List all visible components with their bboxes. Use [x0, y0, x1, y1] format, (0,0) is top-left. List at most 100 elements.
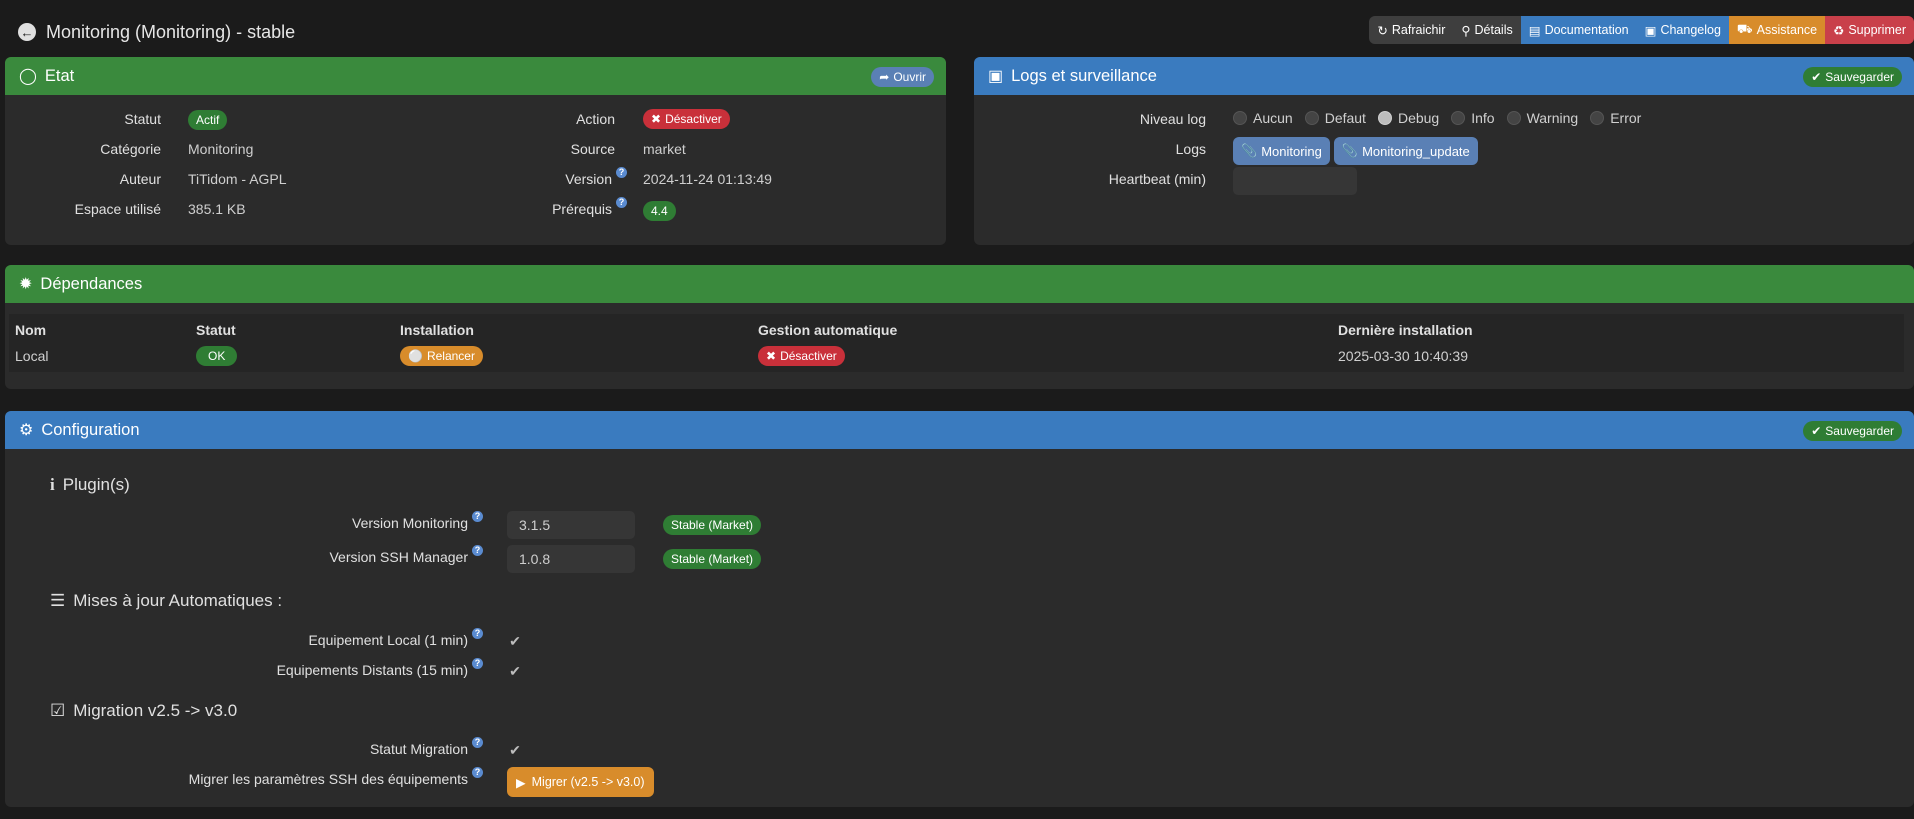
- etat-title: Etat: [44, 66, 75, 85]
- page-header: ← Monitoring (Monitoring) - stable: [18, 18, 295, 46]
- check-circle-icon: ✔: [1811, 424, 1822, 438]
- categorie-value: Monitoring: [188, 141, 254, 157]
- espace-label: Espace utilisé: [74, 201, 161, 217]
- dependances-header: ✹ Dépendances: [5, 265, 1914, 303]
- source-value: market: [643, 141, 686, 157]
- help-icon[interactable]: ?: [472, 545, 483, 556]
- help-icon[interactable]: ?: [472, 737, 483, 748]
- log-level-radios: Aucun Defaut Debug Info Warning Error: [1233, 110, 1653, 126]
- col-installation: Installation: [400, 322, 474, 338]
- delete-button[interactable]: ♻ Supprimer: [1825, 16, 1914, 44]
- local-checkbox[interactable]: ✔: [507, 633, 523, 649]
- dep-desactiver-button[interactable]: ✖ Désactiver: [758, 346, 845, 366]
- prerequis-label: Prérequis?: [405, 197, 627, 217]
- local-label: Equipement Local (1 min)?: [5, 628, 483, 648]
- search-icon: ⚲: [1461, 23, 1471, 38]
- play-circle-icon: ▶: [516, 775, 526, 790]
- help-icon[interactable]: ?: [472, 628, 483, 639]
- desactiver-button[interactable]: ✖ Désactiver: [643, 109, 730, 129]
- dep-derniere-value: 2025-03-30 10:40:39: [1338, 348, 1468, 364]
- gears-icon: ⚙: [19, 422, 34, 439]
- truck-icon: ⛟: [1736, 22, 1753, 36]
- col-gestion: Gestion automatique: [758, 322, 898, 338]
- spinner-icon: ◯: [19, 68, 37, 85]
- deps-table: [9, 314, 1904, 372]
- radio-warning[interactable]: Warning: [1506, 110, 1578, 126]
- radio-aucun[interactable]: Aucun: [1233, 110, 1293, 126]
- logs-panel: ▣ Logs et surveillance ✔ Sauvegarder Nive…: [974, 57, 1914, 245]
- file-icon: ▣: [1644, 23, 1657, 38]
- version-value: 2024-11-24 01:13:49: [643, 171, 772, 187]
- logs-header: ▣ Logs et surveillance ✔ Sauvegarder: [974, 57, 1914, 95]
- radio-error[interactable]: Error: [1590, 110, 1641, 126]
- version-monitoring-label: Version Monitoring?: [5, 511, 483, 531]
- trash-icon: ♻: [1833, 23, 1845, 38]
- documentation-button[interactable]: ▤ Documentation: [1520, 16, 1637, 44]
- toolbar: ↻ Rafraichir ⚲ Détails ▤ Documentation ▣ Cha…: [1369, 16, 1914, 44]
- heartbeat-label: Heartbeat (min): [1108, 171, 1206, 187]
- config-save-button[interactable]: ✔ Sauvegarder: [1803, 421, 1902, 441]
- dependances-title: Dépendances: [40, 274, 143, 293]
- page-title: Monitoring (Monitoring) - stable: [46, 21, 296, 42]
- source-label: Source: [570, 141, 615, 157]
- migrer-button[interactable]: ▶ Migrer (v2.5 -> v3.0): [507, 767, 654, 797]
- col-statut: Statut: [196, 322, 236, 338]
- radio-info[interactable]: Info: [1451, 110, 1495, 126]
- refresh-icon: ↻: [1377, 23, 1388, 38]
- version-ssh-label: Version SSH Manager?: [5, 545, 483, 565]
- niveau-log-label: Niveau log: [1139, 111, 1206, 127]
- logs-title: Logs et surveillance: [1011, 66, 1157, 85]
- refresh-button[interactable]: ↻ Rafraichir: [1369, 16, 1454, 44]
- distants-checkbox[interactable]: ✔: [507, 663, 523, 679]
- share-icon: ➦: [879, 70, 890, 84]
- maj-section-title: ☰ Mises à jour Automatiques :: [50, 591, 283, 610]
- version-label: Version?: [405, 167, 627, 187]
- close-icon: ✖: [766, 349, 777, 363]
- version-ssh-badge: Stable (Market): [663, 549, 762, 569]
- statut-badge: Actif: [188, 110, 228, 130]
- back-arrow-icon[interactable]: ←: [18, 23, 36, 41]
- log-monitoring-button[interactable]: 📎 Monitoring: [1233, 137, 1330, 165]
- auteur-value: TiTidom - AGPL: [188, 171, 287, 187]
- book-icon: ▤: [1528, 23, 1541, 38]
- statut-label: Statut: [124, 111, 161, 127]
- col-derniere: Dernière installation: [1338, 322, 1473, 338]
- categorie-label: Catégorie: [100, 141, 161, 157]
- details-button[interactable]: ⚲ Détails: [1453, 16, 1521, 44]
- help-icon[interactable]: ?: [616, 167, 627, 178]
- distants-label: Equipements Distants (15 min)?: [5, 658, 483, 678]
- col-nom: Nom: [15, 322, 47, 338]
- version-monitoring-badge: Stable (Market): [663, 515, 762, 535]
- espace-value: 385.1 KB: [188, 201, 246, 217]
- radio-defaut[interactable]: Defaut: [1304, 110, 1366, 126]
- radio-debug[interactable]: Debug: [1377, 110, 1439, 126]
- configuration-header: ⚙ Configuration ✔ Sauvegarder: [5, 411, 1914, 449]
- plugins-section-title: i Plugin(s): [50, 475, 130, 494]
- help-icon[interactable]: ?: [472, 511, 483, 522]
- log-monitoring-update-button[interactable]: 📎 Monitoring_update: [1333, 137, 1478, 165]
- bicycle-icon: ⚪: [408, 349, 423, 363]
- help-icon[interactable]: ?: [472, 767, 483, 778]
- version-monitoring-input[interactable]: 3.1.5: [507, 511, 635, 539]
- open-button[interactable]: ➦ Ouvrir: [871, 67, 934, 87]
- assistance-button[interactable]: ⛟ Assistance: [1728, 16, 1826, 44]
- migration-section-title: ☑ Migration v2.5 -> v3.0: [50, 701, 238, 720]
- version-ssh-input[interactable]: 1.0.8: [507, 545, 635, 573]
- help-icon[interactable]: ?: [616, 197, 627, 208]
- statut-migration-checkbox[interactable]: ✔: [507, 742, 523, 758]
- dep-status-badge: OK: [196, 346, 238, 366]
- statut-migration-label: Statut Migration?: [5, 737, 483, 757]
- dep-nom: Local: [15, 348, 49, 364]
- check-circle-icon: ✔: [1811, 70, 1822, 84]
- help-icon[interactable]: ?: [472, 658, 483, 669]
- log-buttons: 📎 Monitoring 📎 Monitoring_update: [1233, 137, 1482, 165]
- relancer-button[interactable]: ⚪ Relancer: [400, 346, 483, 366]
- save-button[interactable]: ✔ Sauvegarder: [1803, 67, 1902, 87]
- migrer-label: Migrer les paramètres SSH des équipement…: [5, 767, 483, 787]
- heartbeat-input[interactable]: [1233, 167, 1357, 195]
- changelog-button[interactable]: ▣ Changelog: [1636, 16, 1729, 44]
- file-icon: ▣: [988, 68, 1004, 85]
- auteur-label: Auteur: [119, 171, 161, 187]
- configuration-title: Configuration: [41, 420, 140, 439]
- etat-header: ◯ Etat ➦ Ouvrir: [5, 57, 946, 95]
